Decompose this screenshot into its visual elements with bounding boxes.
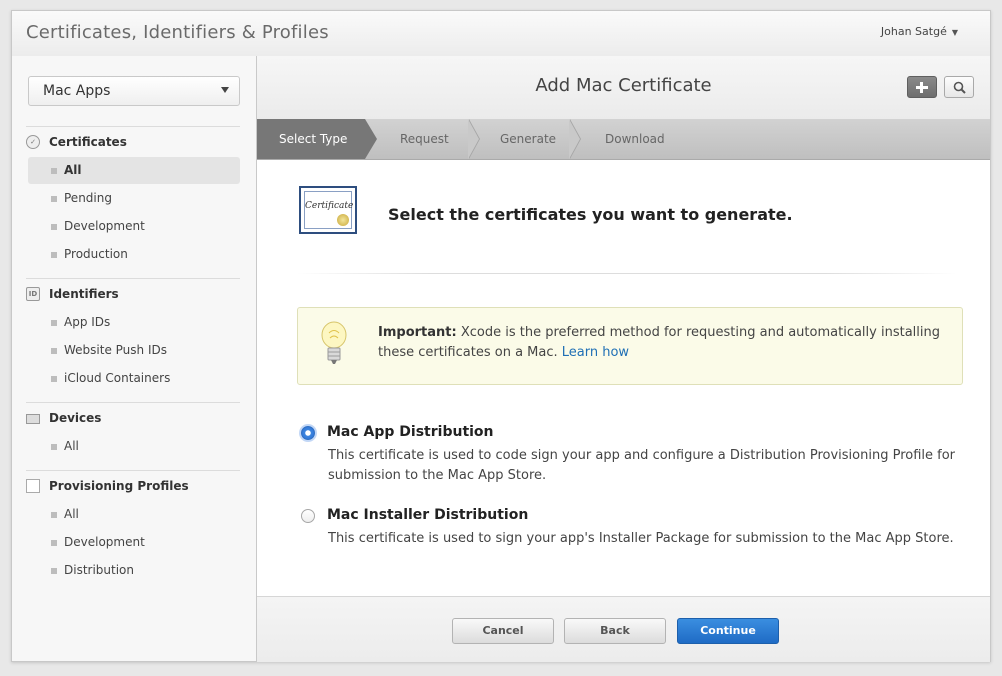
sidebar-item-label: Distribution — [64, 563, 135, 577]
user-menu[interactable]: Johan Satgé ▼ — [881, 25, 958, 38]
caret-down-icon: ▼ — [951, 28, 958, 37]
bullet-icon — [51, 348, 57, 354]
sidebar-item-app-ids[interactable]: App IDs — [28, 309, 240, 336]
sidebar-item-development[interactable]: Development — [28, 213, 240, 240]
section-heading: Select the certificates you want to gene… — [388, 205, 793, 224]
sidebar-divider — [26, 126, 240, 127]
sidebar-divider — [26, 402, 240, 403]
step-generate[interactable]: Generate — [500, 119, 556, 159]
lightbulb-icon — [321, 321, 347, 364]
bullet-icon — [51, 512, 57, 518]
sidebar-item-label: Production — [64, 247, 128, 261]
seal-icon — [337, 214, 349, 226]
page-title: Add Mac Certificate — [535, 75, 712, 96]
sidebar-item-label: All — [64, 507, 79, 521]
app-title: Certificates, Identifiers & Profiles — [26, 22, 329, 43]
plus-icon-vertical — [920, 82, 923, 93]
sidebar-item-certificates-all[interactable]: All — [28, 157, 240, 184]
sidebar-item-label: Website Push IDs — [64, 343, 167, 357]
footer-actions: Cancel Back Continue — [257, 596, 990, 662]
wizard-steps: Select Type Request Generate Download — [257, 119, 990, 160]
certificate-icon: ✓ — [26, 135, 40, 149]
cancel-button[interactable]: Cancel — [452, 618, 554, 644]
platform-select-value: Mac Apps — [43, 83, 111, 99]
sidebar-item-label: Pending — [64, 191, 112, 205]
sidebar-item-profiles-all[interactable]: All — [28, 501, 240, 528]
document-icon — [26, 479, 40, 493]
option-description: This certificate is used to sign your ap… — [328, 531, 954, 546]
radio-mac-app-distribution[interactable] — [301, 426, 315, 440]
bullet-icon — [51, 252, 57, 258]
app-window: Certificates, Identifiers & Profiles Joh… — [11, 10, 991, 662]
radio-mac-installer-distribution[interactable] — [301, 509, 315, 523]
bullet-icon — [51, 540, 57, 546]
step-arrow — [365, 119, 377, 159]
section-title: Devices — [49, 411, 102, 425]
step-request[interactable]: Request — [400, 119, 449, 159]
section-title: Provisioning Profiles — [49, 479, 189, 493]
notice-body: Xcode is the preferred method for reques… — [378, 325, 940, 360]
step-separator — [468, 119, 480, 159]
content-area: Certificate Select the certificates you … — [257, 160, 990, 596]
step-separator — [569, 119, 581, 159]
sidebar-item-icloud-containers[interactable]: iCloud Containers — [28, 365, 240, 392]
main-header: Add Mac Certificate — [257, 56, 990, 119]
bullet-icon — [51, 224, 57, 230]
option-description: This certificate is used to code sign yo… — [328, 448, 956, 483]
option-title[interactable]: Mac Installer Distribution — [327, 507, 528, 523]
bullet-icon — [51, 168, 57, 174]
search-button[interactable] — [944, 76, 974, 98]
platform-select[interactable]: Mac Apps — [28, 76, 240, 106]
top-bar: Certificates, Identifiers & Profiles Joh… — [12, 11, 990, 57]
section-devices[interactable]: Devices — [26, 411, 101, 425]
notice-text: Important: Xcode is the preferred method… — [378, 323, 953, 363]
sidebar-item-label: iCloud Containers — [64, 371, 171, 385]
search-icon — [953, 81, 966, 94]
sidebar-divider — [26, 470, 240, 471]
caret-down-icon — [221, 87, 229, 93]
section-title: Identifiers — [49, 287, 119, 301]
continue-button[interactable]: Continue — [677, 618, 779, 644]
step-download[interactable]: Download — [605, 119, 665, 159]
id-badge-icon: ID — [26, 287, 40, 301]
sidebar-item-label: Development — [64, 535, 145, 549]
sidebar: Mac Apps ✓ Certificates All Pending Deve… — [12, 56, 257, 661]
section-identifiers[interactable]: ID Identifiers — [26, 287, 119, 301]
sidebar-item-label: All — [64, 439, 79, 453]
section-title: Certificates — [49, 135, 127, 149]
certificate-icon: Certificate — [299, 186, 357, 234]
notice-label: Important: — [378, 325, 457, 340]
sidebar-item-label: All — [64, 163, 82, 177]
bullet-icon — [51, 376, 57, 382]
content-divider — [297, 273, 957, 274]
sidebar-item-profiles-distribution[interactable]: Distribution — [28, 557, 240, 584]
main-panel: Add Mac Certificate Select Type Request … — [257, 56, 990, 662]
sidebar-item-label: Development — [64, 219, 145, 233]
sidebar-item-website-push-ids[interactable]: Website Push IDs — [28, 337, 240, 364]
important-notice: Important: Xcode is the preferred method… — [297, 307, 963, 385]
section-provisioning-profiles[interactable]: Provisioning Profiles — [26, 479, 189, 493]
add-button[interactable] — [907, 76, 937, 98]
sidebar-item-devices-all[interactable]: All — [28, 433, 240, 460]
sidebar-divider — [26, 278, 240, 279]
sidebar-item-pending[interactable]: Pending — [28, 185, 240, 212]
step-select-type[interactable]: Select Type — [257, 119, 365, 159]
sidebar-item-label: App IDs — [64, 315, 111, 329]
bullet-icon — [51, 444, 57, 450]
back-button[interactable]: Back — [564, 618, 666, 644]
bullet-icon — [51, 196, 57, 202]
bullet-icon — [51, 320, 57, 326]
sidebar-item-production[interactable]: Production — [28, 241, 240, 268]
learn-how-link[interactable]: Learn how — [562, 345, 629, 360]
sidebar-item-profiles-development[interactable]: Development — [28, 529, 240, 556]
bullet-icon — [51, 568, 57, 574]
device-icon — [26, 414, 40, 424]
user-name: Johan Satgé — [880, 25, 947, 38]
option-title[interactable]: Mac App Distribution — [327, 424, 494, 440]
section-certificates[interactable]: ✓ Certificates — [26, 135, 127, 149]
